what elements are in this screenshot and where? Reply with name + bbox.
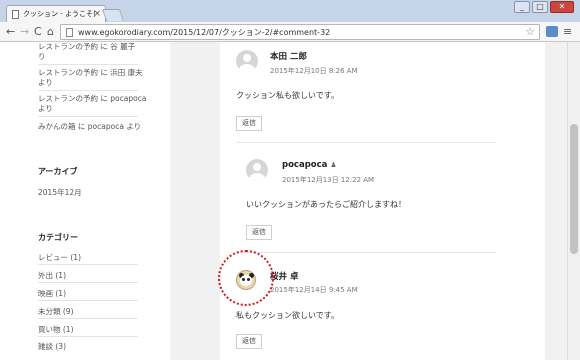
recent-comment-author: pocapoca — [87, 122, 124, 131]
comment-author: 桜井 卓 — [270, 272, 299, 282]
recent-comment-author: 谷 麗子 — [110, 42, 136, 51]
divider — [38, 116, 138, 117]
recent-comment-link[interactable]: みかんの箱 — [38, 122, 76, 131]
category-link[interactable]: 雑談 (3) — [38, 341, 66, 352]
recent-comment-link[interactable]: レストランの予約 — [38, 42, 98, 51]
comment-date[interactable]: 2015年12月13日 12:22 AM — [282, 175, 374, 185]
maximize-button[interactable]: □ — [532, 1, 548, 13]
url-text: www.egokorodiary.com/2015/12/07/クッション-2/… — [78, 28, 331, 37]
minimize-button[interactable]: _ — [514, 1, 530, 13]
divider — [38, 282, 138, 283]
reply-button[interactable]: 返信 — [236, 116, 262, 131]
category-link[interactable]: 買い物 (1) — [38, 324, 74, 335]
close-window-button[interactable]: ✕ — [550, 1, 574, 13]
back-icon[interactable]: ← — [6, 24, 15, 40]
divider — [38, 90, 138, 91]
tab-close-icon[interactable]: × — [93, 8, 101, 20]
page-icon — [12, 10, 19, 19]
divider — [236, 142, 496, 143]
web-page: レストランの予約 に 谷 麗子 り レストランの予約 に 浜田 康夫 より レス… — [0, 42, 580, 360]
camera-extension-icon[interactable] — [546, 26, 558, 37]
divider — [38, 264, 138, 265]
recent-comment-author: pocapoca — [110, 94, 147, 103]
comment-body: クッション私も欲しいです。 — [236, 91, 339, 100]
address-bar[interactable]: www.egokorodiary.com/2015/12/07/クッション-2/… — [60, 24, 540, 40]
recent-comment-2: レストランの予約 に 浜田 康夫 より — [38, 68, 143, 88]
new-tab-button[interactable] — [101, 9, 125, 21]
page-icon — [66, 28, 73, 37]
browser-titlebar: クッション - ようこそ日記帳 × _ □ ✕ — [0, 0, 580, 23]
divider — [38, 300, 138, 301]
forward-icon[interactable]: → — [20, 24, 29, 40]
category-link[interactable]: レビュー (1) — [38, 252, 81, 263]
recent-comment-4: みかんの箱 に pocapoca より — [38, 122, 141, 132]
recent-comment-mid: に — [100, 94, 108, 103]
divider — [236, 252, 496, 253]
divider — [38, 64, 138, 65]
post-author-icon: ♟ — [330, 161, 337, 169]
avatar — [246, 159, 268, 181]
comment-date[interactable]: 2015年12月14日 9:45 AM — [270, 285, 358, 295]
reply-button[interactable]: 返信 — [246, 225, 272, 240]
home-icon[interactable]: ⌂ — [47, 24, 54, 40]
page-scrollbar[interactable] — [567, 42, 580, 360]
recent-comment-3: レストランの予約 に pocapoca より — [38, 94, 146, 114]
browser-toolbar: ← → C ⌂ www.egokorodiary.com/2015/12/07/… — [0, 22, 580, 42]
archive-heading: アーカイブ — [38, 167, 78, 176]
reply-button[interactable]: 返信 — [236, 334, 262, 349]
divider — [38, 318, 138, 319]
comment-date[interactable]: 2015年12月10日 8:26 AM — [270, 66, 358, 76]
recent-comment-link[interactable]: レストランの予約 — [38, 94, 98, 103]
comment-author-row: pocapoca ♟ — [282, 160, 337, 170]
bookmark-star-icon[interactable]: ☆ — [525, 25, 535, 39]
recent-comment-author: 浜田 康夫 — [110, 68, 143, 77]
recent-comment-suffix: より — [38, 104, 53, 113]
tab-title: クッション - ようこそ日記帳 — [23, 10, 95, 18]
recent-comment-suffix: り — [38, 52, 46, 61]
comment-body: いいクッションがあったらご紹介しますね！ — [246, 200, 406, 209]
category-link[interactable]: 映画 (1) — [38, 288, 66, 299]
recent-comment-link[interactable]: レストランの予約 — [38, 68, 98, 77]
avatar — [236, 50, 258, 72]
reload-icon[interactable]: C — [34, 24, 42, 40]
comment-body: 私もクッション欲しいです。 — [236, 311, 339, 320]
category-link[interactable]: 外出 (1) — [38, 270, 66, 281]
sidebar: レストランの予約 に 谷 麗子 り レストランの予約 に 浜田 康夫 より レス… — [0, 42, 170, 360]
recent-comment-mid: に — [77, 122, 86, 131]
window-controls: _ □ ✕ — [514, 1, 574, 13]
scroll-thumb[interactable] — [570, 124, 578, 254]
comment-author: 本田 二郎 — [270, 52, 307, 62]
browser-tab[interactable]: クッション - ようこそ日記帳 × — [6, 5, 106, 23]
category-link[interactable]: 未分類 (9) — [38, 306, 74, 317]
comment-author: pocapoca — [282, 160, 328, 170]
recent-comment-mid: に — [100, 68, 108, 77]
divider — [38, 336, 138, 337]
recent-comment-1: レストランの予約 に 谷 麗子 り — [38, 42, 135, 62]
archive-link[interactable]: 2015年12月 — [38, 188, 82, 198]
recent-comment-suffix: より — [38, 78, 53, 87]
recent-comment-mid: に — [100, 42, 108, 51]
menu-icon[interactable]: ≡ — [563, 24, 572, 40]
recent-comment-suffix: より — [126, 122, 142, 131]
highlight-circle — [218, 250, 274, 306]
category-heading: カテゴリー — [38, 233, 78, 242]
